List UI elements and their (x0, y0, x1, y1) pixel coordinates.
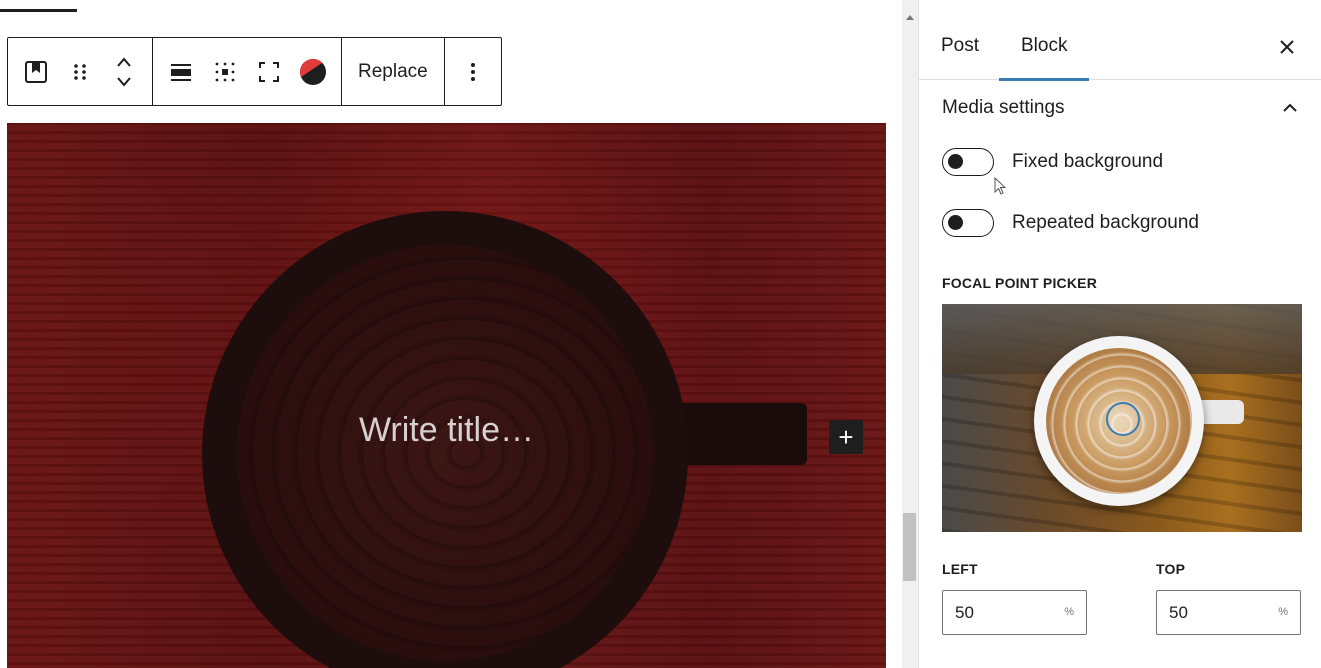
replace-button[interactable]: Replace (348, 50, 438, 94)
top-input-wrapper: % (1156, 590, 1301, 635)
toolbar-group-layout (153, 38, 342, 105)
cover-block[interactable]: Write title… + (7, 123, 886, 668)
cover-title-placeholder[interactable]: Write title… (7, 411, 886, 450)
add-block-button[interactable]: + (829, 420, 863, 454)
fixed-background-label: Fixed background (1012, 151, 1164, 172)
toggle-knob (948, 154, 963, 169)
scroll-thumb[interactable] (903, 513, 916, 581)
toolbar-group-options (445, 38, 501, 105)
move-up-down-icon[interactable] (102, 50, 146, 94)
left-label: LEFT (942, 561, 978, 577)
close-sidebar-button[interactable] (1272, 32, 1302, 62)
panel-title: Media settings (942, 97, 1065, 118)
align-icon[interactable] (159, 50, 203, 94)
repeated-background-row: Repeated background (942, 208, 1199, 238)
editor-canvas: Replace Write title… + (0, 0, 902, 668)
repeated-background-label: Repeated background (1012, 212, 1199, 233)
left-input[interactable] (955, 591, 1045, 634)
top-label: TOP (1156, 561, 1186, 577)
focal-point-picker[interactable] (942, 304, 1302, 532)
tab-post[interactable]: Post (919, 12, 1001, 80)
drag-handle-icon[interactable] (58, 50, 102, 94)
scroll-up-arrow-icon[interactable] (906, 15, 914, 20)
editor-scrollbar[interactable] (902, 0, 918, 668)
focal-point-handle[interactable] (1106, 402, 1140, 436)
cover-image-coffee (237, 245, 653, 661)
media-settings-panel-toggle[interactable]: Media settings (919, 80, 1321, 136)
top-tab-indicator (0, 9, 77, 12)
left-input-wrapper: % (942, 590, 1087, 635)
focal-point-picker-label: FOCAL POINT PICKER (942, 275, 1098, 291)
toggle-knob (948, 215, 963, 230)
fixed-background-row: Fixed background (942, 147, 1163, 177)
settings-sidebar: Post Block Media settings Fixed backgrou… (918, 0, 1321, 668)
close-icon (1280, 40, 1294, 54)
chevron-up-icon (1283, 103, 1297, 112)
toolbar-group-replace: Replace (342, 38, 445, 105)
tab-block[interactable]: Block (999, 12, 1090, 81)
top-input[interactable] (1169, 591, 1259, 634)
full-height-icon[interactable] (247, 50, 291, 94)
top-unit: % (1278, 606, 1288, 618)
more-options-icon[interactable] (451, 50, 495, 94)
content-position-icon[interactable] (203, 50, 247, 94)
block-toolbar: Replace (7, 37, 502, 106)
mouse-pointer-icon (994, 177, 1007, 195)
repeated-background-toggle[interactable] (942, 209, 994, 237)
sidebar-header: Post Block (919, 12, 1321, 81)
toolbar-group-block (8, 38, 153, 105)
cover-block-icon[interactable] (14, 50, 58, 94)
fixed-background-toggle[interactable] (942, 148, 994, 176)
duotone-icon[interactable] (291, 50, 335, 94)
left-unit: % (1064, 606, 1074, 618)
